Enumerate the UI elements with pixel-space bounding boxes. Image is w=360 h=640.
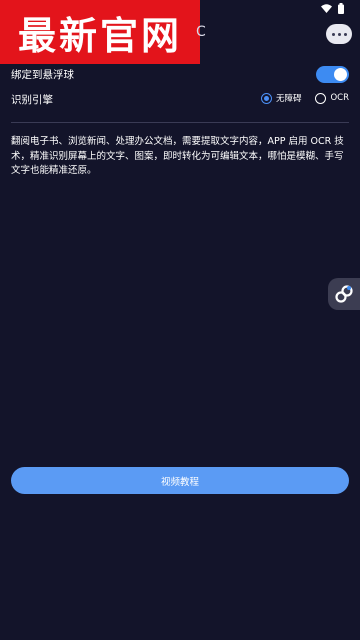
- engine-label: 识别引擎: [11, 93, 53, 106]
- divider: [11, 122, 349, 123]
- engine-option-label: OCR: [330, 93, 349, 103]
- battery-icon: [338, 3, 344, 14]
- engine-option-ocr[interactable]: OCR: [315, 92, 349, 104]
- radio-unselected-icon: [315, 92, 327, 104]
- more-icon-dot: [343, 32, 347, 36]
- more-menu-button[interactable]: [326, 24, 352, 44]
- float-ball-label: 绑定到悬浮球: [11, 69, 74, 81]
- radio-selected-icon: [260, 92, 272, 104]
- more-icon-dot: [337, 32, 341, 36]
- float-link-icon: [335, 285, 353, 303]
- page-title-tail: C: [196, 24, 206, 40]
- toggle-knob: [334, 68, 347, 81]
- banner-text: 最新官网: [17, 13, 182, 58]
- more-icon: [331, 32, 335, 36]
- engine-radio-group: 无障碍 OCR: [260, 92, 349, 104]
- engine-option-accessibility[interactable]: 无障碍: [260, 92, 302, 104]
- engine-option-label: 无障碍: [275, 94, 302, 104]
- description-text: 翻阅电子书、浏览新闻、处理办公文档，需要提取文字内容，APP 启用 OCR 技术…: [11, 136, 344, 176]
- video-tutorial-button[interactable]: 视频教程: [11, 467, 349, 494]
- status-icons: [321, 3, 344, 14]
- floating-ball[interactable]: [328, 278, 360, 310]
- float-ball-row: 绑定到悬浮球: [11, 66, 349, 83]
- wifi-icon: [321, 4, 332, 13]
- float-ball-toggle[interactable]: [316, 66, 349, 83]
- tutorial-button-label: 视频教程: [160, 476, 199, 488]
- promo-banner: 最新官网: [0, 0, 200, 64]
